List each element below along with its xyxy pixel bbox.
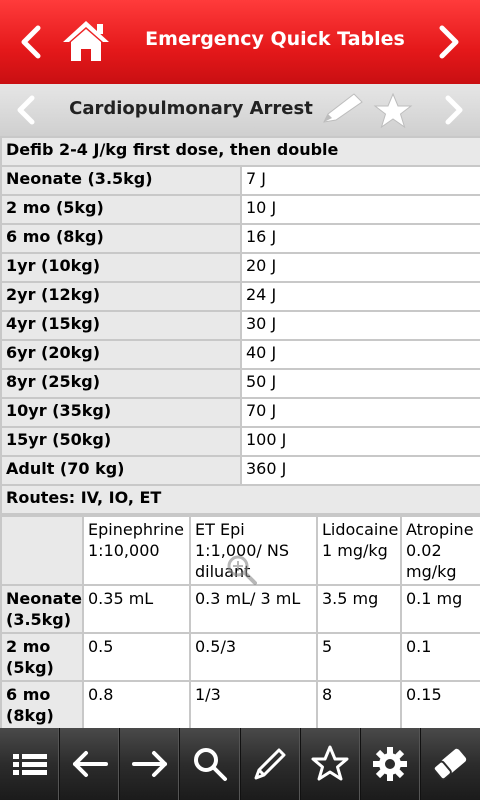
table-cell: 0.1 mg (400, 584, 480, 634)
table-row: Adult (70 kg) 360 J (0, 455, 480, 486)
row-label: 8yr (25kg) (0, 368, 242, 399)
table-row: Neonate (3.5kg) 7 J (0, 165, 480, 196)
gear-icon[interactable] (361, 728, 421, 800)
table-cell: 0.8 (82, 680, 191, 728)
list-icon[interactable] (0, 728, 61, 800)
row-value: 16 J (240, 223, 480, 254)
table-cell: 0.3 mL/ 3 mL (189, 584, 318, 634)
defib-table: Defib 2-4 J/kg first dose, then double N… (0, 136, 480, 515)
table-row: 1yr (10kg) 20 J (0, 252, 480, 283)
row-label: 2 mo (5kg) (0, 194, 242, 225)
section-header: Cardiopulmonary Arrest (0, 84, 480, 137)
back-arrow-icon[interactable] (14, 22, 48, 62)
table-row: 6 mo (8kg) 0.8 1/3 8 0.15 (0, 680, 480, 728)
search-icon[interactable] (180, 728, 241, 800)
app-header: Emergency Quick Tables (0, 0, 480, 84)
table-cell: 0.15 (400, 680, 480, 728)
table-row: 2 mo (5kg) 0.5 0.5/3 5 0.1 (0, 632, 480, 682)
table-cell: 0.5/3 (189, 632, 318, 682)
row-value: 24 J (240, 281, 480, 312)
table-cell: 0.35 mL (82, 584, 191, 634)
table-row: 10yr (35kg) 70 J (0, 397, 480, 428)
row-value: 20 J (240, 252, 480, 283)
arrow-left-icon[interactable] (60, 728, 121, 800)
eraser-icon[interactable] (421, 728, 480, 800)
bottom-toolbar (0, 728, 480, 800)
table-corner (0, 515, 84, 586)
section-title: Cardiopulmonary Arrest (69, 98, 313, 119)
row-label: Neonate (3.5kg) (0, 584, 84, 634)
star-icon[interactable] (301, 728, 361, 800)
zoom-icon[interactable] (224, 552, 258, 586)
drug-table: Epinephrine 1:10,000 ET Epi 1:1,000/ NS d… (0, 515, 480, 728)
row-label: 2 mo (5kg) (0, 632, 84, 682)
table-cell: 8 (316, 680, 402, 728)
row-label: 6 mo (8kg) (0, 223, 242, 254)
row-value: 50 J (240, 368, 480, 399)
table-cell: 0.5 (82, 632, 191, 682)
defib-header: Defib 2-4 J/kg first dose, then double (0, 136, 480, 167)
row-label: 4yr (15kg) (0, 310, 242, 341)
row-value: 40 J (240, 339, 480, 370)
row-label: 6 mo (8kg) (0, 680, 84, 728)
row-label: 2yr (12kg) (0, 281, 242, 312)
row-value: 10 J (240, 194, 480, 225)
table-row: 4yr (15kg) 30 J (0, 310, 480, 341)
table-row: 6yr (20kg) 40 J (0, 339, 480, 370)
previous-icon[interactable] (10, 92, 44, 128)
row-value: 100 J (240, 426, 480, 457)
table-cell: 1/3 (189, 680, 318, 728)
column-header: Lidocaine 1 mg/kg (316, 515, 402, 586)
routes-header: Routes: IV, IO, ET (0, 484, 480, 515)
column-header: Epinephrine 1:10,000 (82, 515, 191, 586)
table-cell: 3.5 mg (316, 584, 402, 634)
row-label: 6yr (20kg) (0, 339, 242, 370)
row-value: 360 J (240, 455, 480, 486)
column-header: Atropine 0.02 mg/kg (400, 515, 480, 586)
next-icon[interactable] (436, 92, 470, 128)
table-row: Neonate (3.5kg) 0.35 mL 0.3 mL/ 3 mL 3.5 mg… (0, 584, 480, 634)
row-label: 10yr (35kg) (0, 397, 242, 428)
table-row: 8yr (25kg) 50 J (0, 368, 480, 399)
home-icon[interactable] (60, 18, 112, 64)
pencil-icon[interactable] (318, 92, 366, 128)
table-row: 15yr (50kg) 100 J (0, 426, 480, 457)
star-icon[interactable] (372, 92, 414, 130)
row-value: 70 J (240, 397, 480, 428)
forward-arrow-icon[interactable] (432, 22, 466, 62)
table-content[interactable]: Defib 2-4 J/kg first dose, then double N… (0, 136, 480, 728)
row-label: 1yr (10kg) (0, 252, 242, 283)
pencil-icon[interactable] (241, 728, 301, 800)
table-row: 6 mo (8kg) 16 J (0, 223, 480, 254)
table-row: 2yr (12kg) 24 J (0, 281, 480, 312)
row-label: Neonate (3.5kg) (0, 165, 242, 196)
row-label: Adult (70 kg) (0, 455, 242, 486)
row-value: 7 J (240, 165, 480, 196)
arrow-right-icon[interactable] (120, 728, 181, 800)
row-value: 30 J (240, 310, 480, 341)
table-row: 2 mo (5kg) 10 J (0, 194, 480, 225)
table-cell: 0.1 (400, 632, 480, 682)
table-cell: 5 (316, 632, 402, 682)
row-label: 15yr (50kg) (0, 426, 242, 457)
app-title: Emergency Quick Tables (145, 28, 405, 50)
